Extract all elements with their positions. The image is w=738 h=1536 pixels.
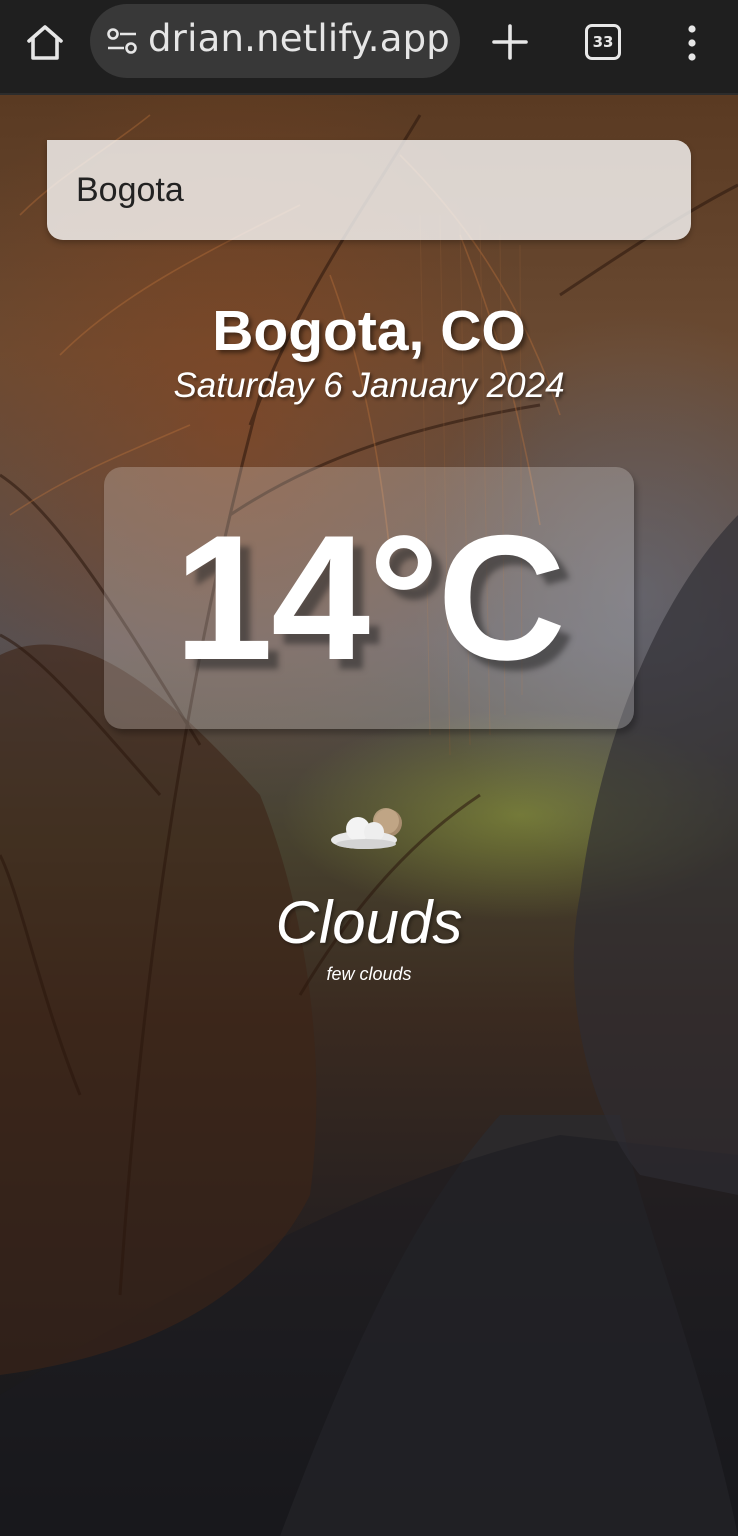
temperature-value: 14°C [174, 498, 566, 697]
few-clouds-icon [331, 808, 402, 849]
tab-count: 33 [592, 33, 614, 51]
home-icon[interactable] [22, 20, 68, 66]
site-settings-icon[interactable] [106, 26, 138, 56]
address-url[interactable]: drian.netlify.app [150, 17, 450, 60]
browser-toolbar: drian.netlify.app 33 [0, 0, 738, 95]
condition-description: few clouds [326, 964, 412, 984]
new-tab-plus-icon[interactable] [490, 22, 530, 62]
location-title: Bogota, CO [212, 299, 526, 363]
search-value: Bogota [76, 171, 184, 209]
address-url-clip: drian.netlify.app [150, 4, 456, 78]
tab-switcher-icon[interactable]: 33 [585, 24, 621, 60]
overflow-menu-icon[interactable] [684, 24, 700, 62]
temperature-panel: 14°C [104, 467, 634, 729]
city-search-input[interactable]: Bogota [47, 140, 691, 240]
current-date: Saturday 6 January 2024 [173, 366, 565, 405]
condition-main: Clouds [275, 889, 463, 956]
